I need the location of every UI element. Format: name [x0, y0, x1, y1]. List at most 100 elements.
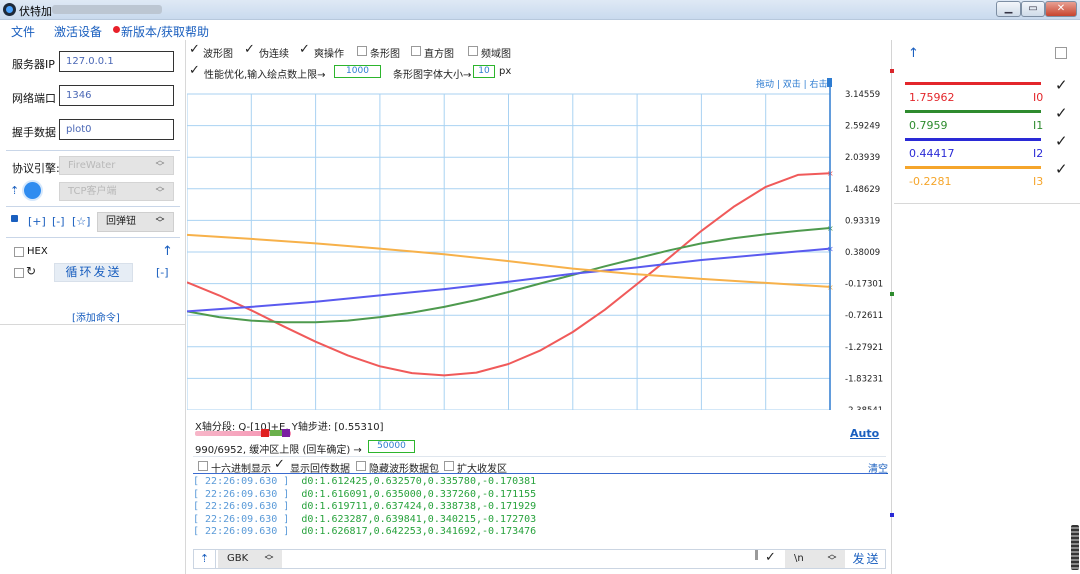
cmd-add-button[interactable]: [+] — [28, 215, 46, 228]
hex-checkbox[interactable] — [14, 247, 24, 257]
menu-file[interactable]: 文件 — [11, 23, 35, 40]
expand-checkbox[interactable] — [444, 461, 454, 471]
upload-icon[interactable]: ⇡ — [10, 184, 19, 197]
protocol-select[interactable]: FireWater ︿ ﹀ — [59, 156, 174, 175]
marker-blue — [890, 513, 894, 517]
perf-opt-check-icon[interactable]: ✓ — [189, 63, 200, 78]
px-label: px — [499, 66, 512, 77]
channel-value: 0.7959 — [909, 119, 948, 132]
channel-visible-check-icon[interactable]: ✓ — [1055, 132, 1068, 150]
histogram-label: 直方图 — [424, 49, 454, 60]
marker-green — [890, 292, 894, 296]
y-tick-label: 1.48629 — [845, 185, 880, 195]
divider — [193, 456, 886, 457]
waveform-label: 波形图 — [203, 49, 233, 60]
slider-range-bar — [270, 430, 282, 436]
newline-select[interactable]: \n ︿ ﹀ — [785, 550, 845, 568]
hex-display-checkbox[interactable] — [198, 461, 208, 471]
log-timestamp: [ 22:26:09.630 ] — [193, 488, 290, 500]
callback-button-select[interactable]: 回弹钮 ︿ ﹀ — [97, 212, 174, 232]
channel-color-line — [905, 82, 1041, 85]
channel-color-line — [905, 138, 1041, 141]
slider-handle-left[interactable] — [261, 429, 269, 437]
close-button[interactable]: ✕ — [1045, 1, 1077, 17]
channel-id: I2 — [1033, 147, 1044, 160]
channel-id: I1 — [1033, 119, 1044, 132]
channel-id: I3 — [1033, 175, 1044, 188]
channel-visible-check-icon[interactable]: ✓ — [1055, 104, 1068, 122]
smooth-op-check-icon[interactable]: ✓ — [299, 42, 310, 57]
log-data: d0:1.623287,0.639841,0.340215,-0.172703 — [301, 513, 537, 525]
perf-limit-input[interactable]: 1000 — [334, 65, 381, 78]
bar-font-size-input[interactable]: 10 — [473, 65, 495, 78]
divider — [894, 203, 1080, 204]
handshake-input[interactable]: plot0 — [59, 119, 174, 140]
channel-color-line — [905, 110, 1041, 113]
encoding-select[interactable]: GBK ︿ ﹀ — [218, 550, 282, 568]
bar-chart-label: 条形图 — [370, 49, 400, 60]
hex-label: HEX — [27, 246, 48, 257]
cmd-star-button[interactable]: [☆] — [72, 215, 90, 228]
histogram-checkbox[interactable] — [411, 46, 421, 56]
update-dot-icon — [113, 26, 120, 33]
auto-button[interactable]: Auto — [850, 427, 879, 440]
select-all-checkbox[interactable] — [1055, 47, 1067, 59]
updown-icon: ︿ ﹀ — [155, 212, 165, 229]
divider — [6, 237, 180, 238]
menu-activate-device[interactable]: 激活设备 — [54, 23, 102, 40]
newline-value: \n — [794, 553, 804, 564]
show-echo-check-icon[interactable]: ✓ — [274, 457, 285, 472]
y-tick-label: -2.38541 — [845, 406, 883, 410]
spectrum-checkbox[interactable] — [468, 46, 478, 56]
upload-icon[interactable]: ⇡ — [194, 550, 216, 568]
pseudo-continuous-check-icon[interactable]: ✓ — [244, 42, 255, 57]
send-input[interactable] — [284, 551, 754, 567]
log-line: [ 22:26:09.630 ] d0:1.612425,0.632570,0.… — [193, 476, 833, 489]
buffer-limit-input[interactable]: 50000 — [368, 440, 415, 453]
scroll-grip[interactable] — [755, 550, 758, 560]
connect-toggle[interactable] — [24, 182, 41, 199]
maximize-button[interactable]: ▭ — [1021, 1, 1045, 17]
bar-chart-checkbox[interactable] — [357, 46, 367, 56]
menu-update-help[interactable]: 新版本/获取帮助 — [121, 23, 209, 40]
y-tick-label: 2.03939 — [845, 153, 880, 163]
hide-packets-checkbox[interactable] — [356, 461, 366, 471]
updown-icon: ︿ ﹀ — [155, 156, 165, 173]
plot-canvas[interactable]: ×××× 3.145592.592492.039391.486290.93319… — [187, 82, 890, 410]
loop-send-button[interactable]: 循环发送 — [54, 263, 133, 282]
receive-log[interactable]: [ 22:26:09.630 ] d0:1.612425,0.632570,0.… — [193, 476, 833, 546]
channel-visible-check-icon[interactable]: ✓ — [1055, 160, 1068, 178]
log-top-border — [193, 473, 886, 474]
minimize-button[interactable]: ▁ — [996, 1, 1021, 17]
port-input[interactable]: 1346 — [59, 85, 174, 106]
add-command-link[interactable]: [添加命令] — [72, 309, 120, 324]
log-data: d0:1.626817,0.642253,0.341692,-0.173476 — [301, 526, 537, 538]
loop-remove-button[interactable]: [-] — [156, 266, 169, 279]
updown-icon: ︿ ﹀ — [827, 550, 837, 567]
updown-icon: ︿ ﹀ — [155, 182, 165, 199]
y-tick-label: 2.59249 — [845, 122, 880, 132]
loop-checkbox[interactable] — [14, 268, 24, 278]
newline-check-icon[interactable]: ✓ — [765, 550, 776, 565]
perf-opt-label: 性能优化,输入绘点数上限→ — [204, 70, 326, 81]
server-ip-label: 服务器IP — [12, 58, 55, 71]
connection-mode-select[interactable]: TCP客户端 ︿ ﹀ — [59, 182, 174, 201]
smooth-op-label: 爽操作 — [314, 49, 344, 60]
server-ip-input[interactable]: 127.0.0.1 — [59, 51, 174, 72]
protocol-label: 协议引擎: — [12, 162, 60, 175]
waveform-check-icon[interactable]: ✓ — [189, 42, 200, 57]
resize-grip-icon[interactable] — [1071, 525, 1079, 570]
divider — [6, 206, 180, 207]
arrow-up-icon[interactable]: ↑ — [908, 46, 919, 61]
arrow-up-icon[interactable]: ↑ — [162, 244, 173, 259]
port-label: 网络端口 — [12, 92, 56, 105]
slider-handle-right[interactable] — [282, 429, 290, 437]
channel-id: I0 — [1033, 91, 1044, 104]
send-button[interactable]: 发送 — [847, 549, 886, 569]
channel-visible-check-icon[interactable]: ✓ — [1055, 76, 1068, 94]
cmd-remove-button[interactable]: [-] — [52, 215, 65, 228]
pseudo-continuous-label: 伪连续 — [259, 49, 289, 60]
log-data: d0:1.612425,0.632570,0.335780,-0.170381 — [301, 476, 537, 487]
window-title: 伏特加 — [19, 5, 52, 18]
log-line: [ 22:26:09.630 ] d0:1.623287,0.639841,0.… — [193, 514, 833, 527]
